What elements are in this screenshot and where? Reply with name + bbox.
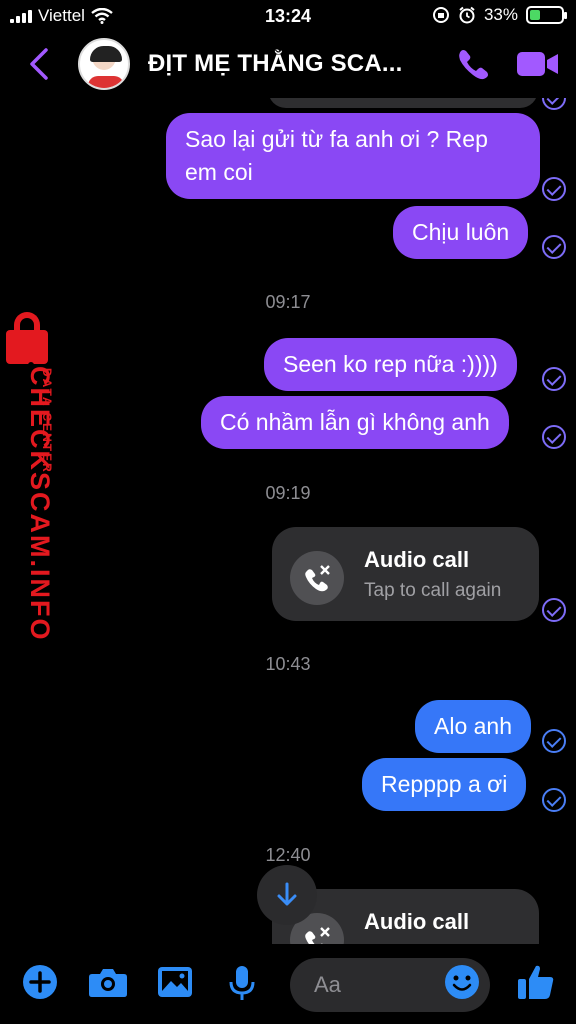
composer-bar: Aa xyxy=(0,944,576,1024)
avatar[interactable] xyxy=(78,38,130,90)
check-circle-icon xyxy=(542,788,566,812)
message-text: Chịu luôn xyxy=(412,219,510,245)
message-bubble-outgoing[interactable]: Repppp a ơi xyxy=(362,758,527,811)
message-text: Alo anh xyxy=(434,713,513,739)
message-text-line: em coi xyxy=(185,159,253,185)
check-circle-icon xyxy=(542,598,566,622)
plus-icon[interactable] xyxy=(22,964,58,1000)
conversation-title[interactable]: ĐỊT MẸ THẰNG SCA... xyxy=(148,50,402,78)
back-chevron-icon[interactable] xyxy=(24,46,54,82)
scroll-to-bottom-button[interactable] xyxy=(257,865,317,925)
chat-header: ĐỊT MẸ THẰNG SCA... xyxy=(0,34,576,98)
video-icon[interactable] xyxy=(516,50,560,78)
timestamp: 09:17 xyxy=(265,292,311,312)
thumbs-up-icon[interactable] xyxy=(516,962,556,1002)
mic-icon[interactable] xyxy=(228,964,256,1002)
check-circle-icon xyxy=(542,729,566,753)
call-title: Audio call xyxy=(364,547,470,572)
message-bubble-outgoing[interactable]: Sao lại gửi từ fa anh ơi ? Rep em coi xyxy=(166,113,540,199)
message-list[interactable]: Sao lại gửi từ fa anh ơi ? Rep em coi Ch… xyxy=(0,0,576,944)
message-bubble-outgoing[interactable]: Alo anh xyxy=(415,700,532,753)
message-text-line: Sao lại gửi từ fa anh ơi ? Rep xyxy=(185,126,488,152)
call-title: Audio call xyxy=(364,909,470,934)
check-circle-icon xyxy=(542,425,566,449)
check-circle-icon xyxy=(542,177,566,201)
arrow-down-icon xyxy=(277,882,297,906)
message-text: Repppp a ơi xyxy=(381,771,508,797)
timestamp: 10:43 xyxy=(265,654,311,674)
phone-icon[interactable] xyxy=(454,46,490,82)
emoji-icon[interactable] xyxy=(444,964,480,1000)
call-subtitle: Tap to call again xyxy=(364,580,502,601)
watermark: CHECKSCAM.INFO DATA CENTER xyxy=(2,310,62,642)
message-bubble-outgoing[interactable]: Có nhầm lẫn gì không anh xyxy=(201,396,509,449)
timestamp: 09:19 xyxy=(265,483,311,503)
message-text: Seen ko rep nữa :)))) xyxy=(283,351,498,377)
check-circle-icon xyxy=(542,367,566,391)
timestamp: 12:40 xyxy=(265,845,311,865)
check-circle-icon xyxy=(542,235,566,259)
message-bubble-outgoing[interactable]: Chịu luôn xyxy=(393,206,529,259)
message-text: Có nhầm lẫn gì không anh xyxy=(220,409,490,435)
watermark-sub: DATA CENTER xyxy=(40,368,54,474)
missed-call-icon xyxy=(290,551,344,605)
message-input-placeholder: Aa xyxy=(314,972,341,997)
audio-call-card[interactable]: Audio call Tap to call again xyxy=(272,527,539,621)
image-icon[interactable] xyxy=(156,964,194,1000)
camera-icon[interactable] xyxy=(88,964,128,1000)
message-bubble-outgoing[interactable]: Seen ko rep nữa :)))) xyxy=(264,338,517,391)
